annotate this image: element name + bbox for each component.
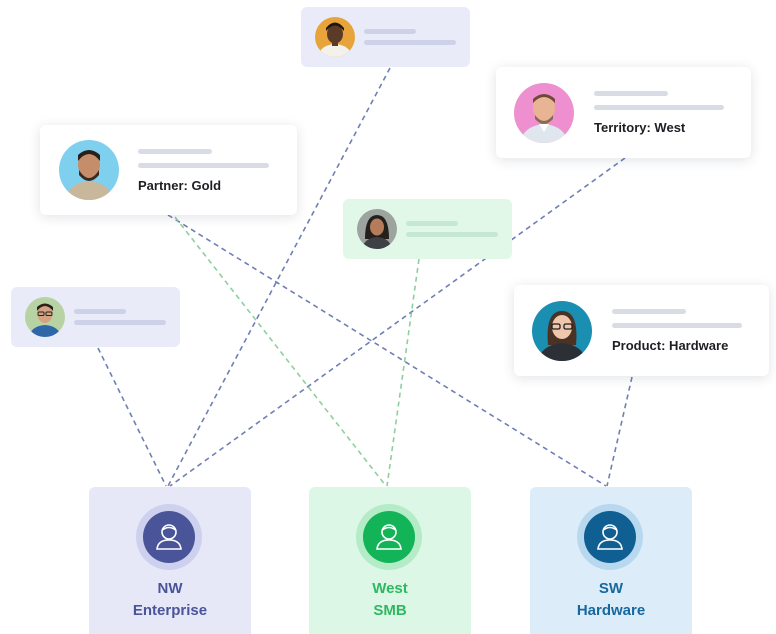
placeholder-line	[406, 232, 498, 237]
team-name-line1: NW	[157, 580, 183, 597]
placeholder-line	[612, 309, 686, 314]
partner-label: Partner: Gold	[138, 178, 222, 193]
team-icon-ring	[577, 504, 643, 570]
user-icon	[597, 524, 623, 550]
person-card-center[interactable]	[343, 199, 512, 259]
placeholder-line	[74, 309, 126, 314]
team-name-line1: SW	[598, 580, 624, 597]
placeholder-line	[364, 29, 416, 34]
person-card-left[interactable]	[11, 287, 180, 347]
person-card-territory[interactable]: Territory: West	[496, 67, 751, 158]
connector-left-card-to-nw	[97, 347, 167, 487]
avatar	[357, 209, 397, 249]
team-name-line2: SMB	[373, 602, 407, 619]
placeholder-line	[364, 40, 456, 45]
team-name-line2: Enterprise	[132, 602, 208, 619]
routing-diagram: Territory: West Partner: Gold Product: H…	[0, 0, 776, 634]
team-sw-hardware[interactable]: SW Hardware	[530, 487, 692, 634]
placeholder-line	[612, 323, 742, 328]
connector-product-to-sw	[606, 376, 633, 487]
person-card-top[interactable]	[301, 7, 470, 67]
team-nw-enterprise[interactable]: NW Enterprise	[89, 487, 251, 634]
avatar	[514, 83, 574, 143]
placeholder-line	[594, 91, 668, 96]
avatar	[59, 140, 119, 200]
placeholder-line	[138, 149, 212, 154]
avatar	[25, 297, 65, 337]
user-icon	[156, 524, 182, 550]
product-label: Product: Hardware	[612, 338, 729, 353]
team-icon-ring	[136, 504, 202, 570]
team-name-line2: Hardware	[576, 602, 646, 619]
avatar	[532, 301, 592, 361]
placeholder-line	[594, 105, 724, 110]
placeholder-line	[74, 320, 166, 325]
team-west-smb[interactable]: West SMB	[309, 487, 471, 634]
territory-label: Territory: West	[594, 120, 686, 135]
person-card-partner[interactable]: Partner: Gold	[40, 125, 297, 215]
user-icon	[376, 524, 402, 550]
placeholder-line	[406, 221, 458, 226]
team-icon-ring	[356, 504, 422, 570]
team-name-line1: West	[372, 580, 408, 597]
connector-center-card-to-west	[386, 258, 420, 487]
avatar	[315, 17, 355, 57]
placeholder-line	[138, 163, 269, 168]
person-card-product[interactable]: Product: Hardware	[514, 285, 769, 376]
